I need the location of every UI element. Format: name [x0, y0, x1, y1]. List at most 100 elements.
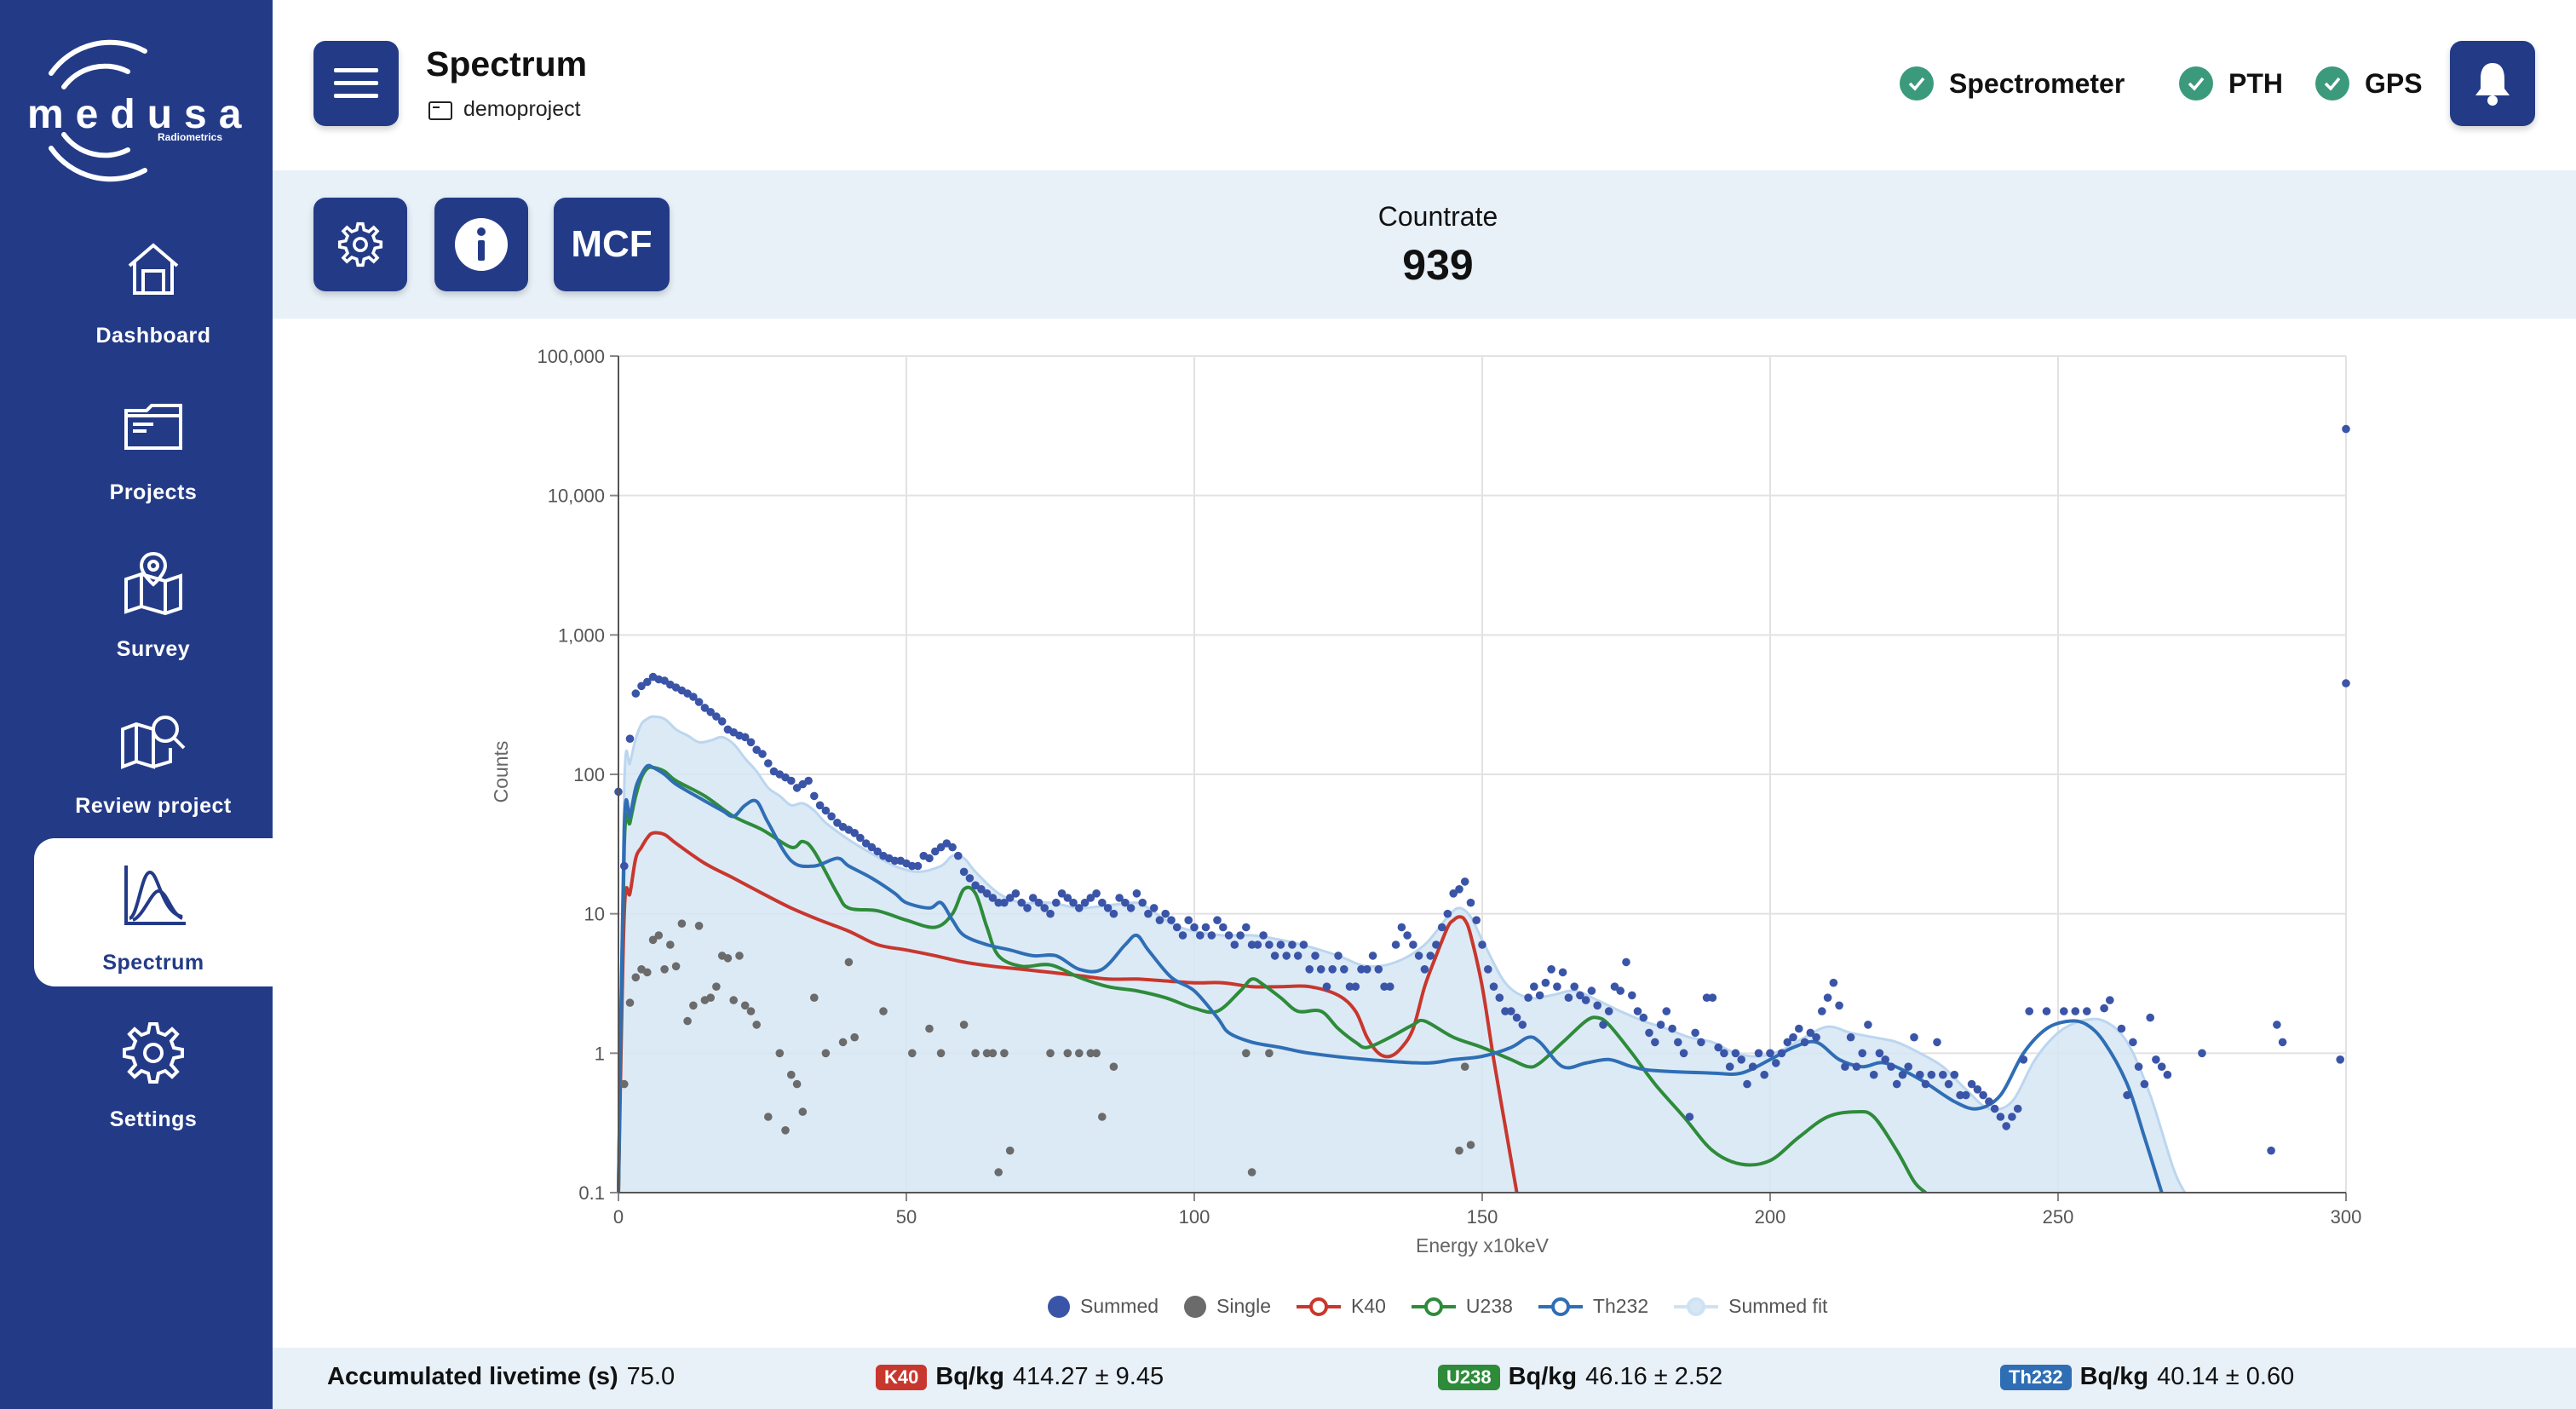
summed-point	[1639, 1013, 1648, 1022]
single-point	[660, 965, 669, 974]
summed-point	[1846, 1032, 1855, 1042]
single-point	[712, 982, 721, 991]
summed-point	[810, 791, 819, 801]
summed-point	[631, 689, 641, 698]
hamburger-icon	[334, 68, 378, 98]
summed-point	[1869, 1070, 1878, 1079]
menu-button[interactable]	[313, 41, 399, 126]
summed-point	[694, 698, 704, 706]
summed-point	[1178, 931, 1187, 940]
notifications-button[interactable]	[2450, 41, 2535, 126]
summed-point	[1144, 909, 1153, 918]
summed-fit-layer	[617, 715, 2187, 1193]
summed-point	[1841, 1062, 1849, 1071]
chart-legend: Summed Single K40 U238 Th232 Summed fit	[1048, 1295, 1827, 1318]
y-tick-label: 10	[584, 904, 605, 925]
single-point	[850, 1032, 859, 1042]
summed-point	[1720, 1049, 1728, 1058]
summed-point	[1397, 923, 1406, 932]
summed-point	[2100, 1004, 2108, 1013]
single-point	[740, 1001, 750, 1010]
sidebar-item-settings[interactable]: Settings	[34, 995, 273, 1143]
sidebar-item-review-project[interactable]: Review project	[34, 681, 273, 830]
legend-item-u238[interactable]: U238	[1411, 1295, 1513, 1318]
y-tick-label: 0.1	[578, 1182, 605, 1204]
summed-point	[1564, 993, 1573, 1002]
summed-point	[2134, 1062, 2143, 1071]
summed-point	[1547, 965, 1555, 974]
summed-point	[1386, 982, 1394, 991]
summed-point	[2117, 1024, 2126, 1033]
summed-point	[1939, 1070, 1947, 1079]
legend-item-th232[interactable]: Th232	[1538, 1295, 1648, 1318]
single-point	[1460, 1062, 1469, 1071]
settings-button[interactable]	[313, 198, 407, 291]
summed-point	[1668, 1024, 1676, 1033]
sidebar-item-dashboard[interactable]: Dashboard	[34, 211, 273, 359]
project-indicator: demoproject	[428, 97, 581, 122]
summed-point	[1979, 1090, 1987, 1100]
summed-point	[1138, 898, 1147, 907]
summed-point	[2273, 1021, 2281, 1029]
summed-point	[1864, 1021, 1872, 1029]
single-point	[1005, 1146, 1015, 1155]
summed-point	[1645, 1028, 1653, 1038]
medusa-logo[interactable]: medusa Radiometrics	[17, 34, 256, 187]
single-point	[988, 1049, 998, 1058]
sidebar-item-spectrum[interactable]: Spectrum	[34, 838, 273, 986]
summed-point	[2342, 679, 2350, 687]
legend-item-summed[interactable]: Summed	[1048, 1295, 1159, 1318]
legend-label: Th232	[1592, 1295, 1649, 1317]
legend-item-summed-fit[interactable]: Summed fit	[1674, 1295, 1827, 1318]
summed-point	[1507, 1007, 1515, 1015]
summed-point	[2025, 1007, 2033, 1015]
info-button[interactable]	[434, 198, 528, 291]
spectrum-chart[interactable]: 100,000 10,000 1,000 100 10 1 0.1 0 50 100 150 200 2…	[477, 341, 2419, 1286]
summed-point	[1265, 940, 1274, 949]
sidebar-item-survey[interactable]: Survey	[34, 525, 273, 673]
single-point	[764, 1113, 773, 1121]
mcf-button[interactable]: MCF	[554, 198, 670, 291]
summed-point	[2042, 1007, 2051, 1015]
summed-point	[1587, 986, 1596, 995]
summed-point	[1391, 940, 1400, 949]
single-point	[706, 993, 715, 1002]
legend-item-k40[interactable]: K40	[1296, 1295, 1386, 1318]
gear-icon	[337, 221, 383, 267]
sidebar-item-projects[interactable]: Projects	[34, 368, 273, 516]
y-tick-label: 1	[595, 1043, 605, 1064]
summed-point	[1754, 1049, 1763, 1058]
single-point	[694, 922, 704, 930]
sidebar: medusa Radiometrics Dashboard Projects S…	[0, 0, 273, 1409]
summed-point	[1403, 931, 1412, 940]
single-point	[844, 958, 854, 967]
summed-point	[1766, 1049, 1774, 1058]
summed-point	[1213, 916, 1222, 924]
summed-point	[1881, 1055, 1889, 1064]
summed-point	[1409, 940, 1417, 949]
livetime-label: Accumulated livetime (s)	[327, 1363, 618, 1390]
summed-point	[1944, 1079, 1953, 1089]
sidebar-item-label: Survey	[116, 637, 191, 661]
single-point	[1247, 1168, 1256, 1176]
legend-item-single[interactable]: Single	[1184, 1295, 1271, 1318]
summed-point	[1103, 904, 1113, 912]
y-tick-label: 100,000	[537, 346, 605, 367]
summed-point	[620, 861, 629, 871]
status-label: Spectrometer	[1949, 67, 2125, 99]
summed-point	[913, 861, 923, 871]
summed-point	[1777, 1049, 1786, 1058]
summed-point	[1230, 940, 1239, 949]
legend-label: K40	[1350, 1295, 1386, 1317]
legend-label: Summed fit	[1728, 1295, 1828, 1317]
single-point	[677, 919, 687, 928]
summed-point	[1328, 965, 1337, 974]
summed-point	[1962, 1090, 1970, 1100]
summed-point	[1426, 952, 1435, 960]
summed-point	[2163, 1070, 2172, 1079]
bell-icon	[2475, 63, 2510, 106]
summed-point	[1996, 1113, 2005, 1121]
summed-point	[1685, 1113, 1694, 1121]
single-point	[1265, 1049, 1274, 1058]
single-point	[729, 996, 738, 1004]
